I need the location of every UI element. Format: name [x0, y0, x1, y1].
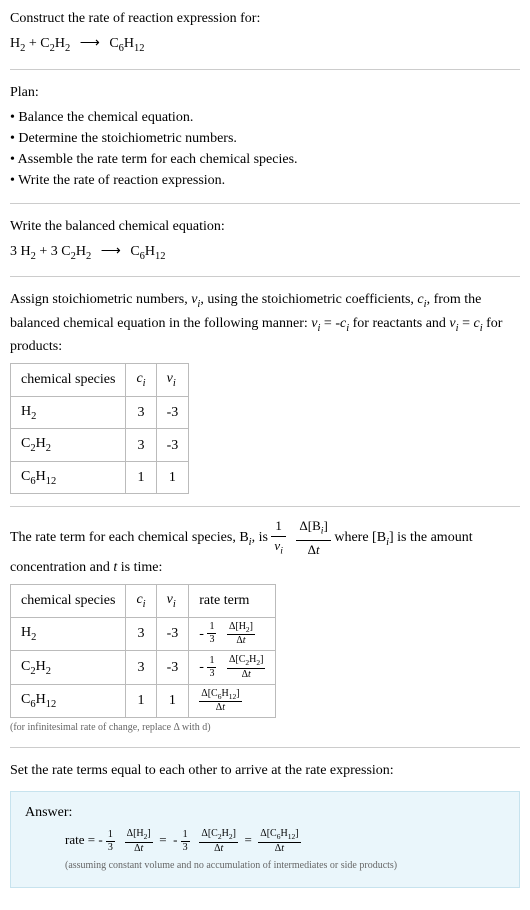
table-row: H2 3 -3 - 13 Δ[H2]Δt [11, 617, 276, 651]
divider [10, 69, 520, 70]
table-row: C2H2 3 -3 [11, 429, 189, 462]
table-row: H2 3 -3 [11, 396, 189, 429]
plan-item: Balance the chemical equation. [10, 107, 520, 128]
plan-item: Determine the stoichiometric numbers. [10, 128, 520, 149]
rate-table: chemical species ci νi rate term H2 3 -3… [10, 584, 276, 718]
cell-nu: -3 [156, 396, 189, 429]
cell-c: 3 [126, 396, 156, 429]
table-row: C2H2 3 -3 - 13 Δ[C2H2]Δt [11, 651, 276, 685]
cell-nu: 1 [156, 461, 189, 494]
table-header-row: chemical species ci νi rate term [11, 584, 276, 617]
frac-1-over-nu: 1 νi [271, 519, 286, 557]
plan-item: Write the rate of reaction expression. [10, 170, 520, 191]
cell-c: 3 [126, 617, 156, 651]
balanced-label: Write the balanced chemical equation: [10, 216, 520, 237]
plan-label: Plan: [10, 82, 520, 103]
unbalanced-equation: H2 + C2H2 ⟶ C6H12 [10, 33, 520, 57]
answer-equation: rate = - 13 Δ[H2]Δt = - 13 Δ[C2H2]Δt = Δ… [65, 829, 505, 854]
cell-rate: Δ[C6H12]Δt [189, 684, 276, 718]
table-row: C6H12 1 1 [11, 461, 189, 494]
table-row: C6H12 1 1 Δ[C6H12]Δt [11, 684, 276, 718]
col-header-species: chemical species [11, 584, 126, 617]
cell-nu: -3 [156, 617, 189, 651]
cell-nu: -3 [156, 651, 189, 685]
cell-species: C6H12 [11, 684, 126, 718]
stoich-table: chemical species ci νi H2 3 -3 C2H2 3 -3… [10, 363, 189, 494]
title-text: Construct the rate of reaction expressio… [10, 8, 520, 29]
balanced-section: Write the balanced chemical equation: 3 … [10, 216, 520, 265]
table-header-row: chemical species ci νi [11, 364, 189, 397]
plan-section: Plan: Balance the chemical equation. Det… [10, 82, 520, 191]
cell-nu: 1 [156, 684, 189, 718]
divider [10, 276, 520, 277]
rate-intro: The rate term for each chemical species,… [10, 519, 520, 578]
divider [10, 506, 520, 507]
cell-c: 1 [126, 684, 156, 718]
cell-species: H2 [11, 617, 126, 651]
cell-species: C6H12 [11, 461, 126, 494]
col-header-rate: rate term [189, 584, 276, 617]
cell-c: 3 [126, 651, 156, 685]
answer-assumption: (assuming constant volume and no accumul… [65, 858, 505, 873]
plan-item: Assemble the rate term for each chemical… [10, 149, 520, 170]
cell-c: 1 [126, 461, 156, 494]
cell-c: 3 [126, 429, 156, 462]
stoich-section: Assign stoichiometric numbers, νi, using… [10, 289, 520, 494]
plan-list: Balance the chemical equation. Determine… [10, 107, 520, 191]
col-header-species: chemical species [11, 364, 126, 397]
title-section: Construct the rate of reaction expressio… [10, 8, 520, 57]
cell-species: C2H2 [11, 651, 126, 685]
cell-species: C2H2 [11, 429, 126, 462]
answer-label: Answer: [25, 802, 505, 823]
balanced-equation: 3 H2 + 3 C2H2 ⟶ C6H12 [10, 241, 520, 265]
col-header-nui: νi [156, 584, 189, 617]
col-header-nui: νi [156, 364, 189, 397]
rate-term-section: The rate term for each chemical species,… [10, 519, 520, 735]
set-equal-section: Set the rate terms equal to each other t… [10, 760, 520, 781]
cell-rate: - 13 Δ[C2H2]Δt [189, 651, 276, 685]
frac-dB-dt: Δ[Bi] Δt [296, 519, 330, 557]
col-header-ci: ci [126, 364, 156, 397]
cell-rate: - 13 Δ[H2]Δt [189, 617, 276, 651]
divider [10, 747, 520, 748]
rate-table-note: (for infinitesimal rate of change, repla… [10, 720, 520, 735]
col-header-ci: ci [126, 584, 156, 617]
divider [10, 203, 520, 204]
set-equal-text: Set the rate terms equal to each other t… [10, 760, 520, 781]
cell-nu: -3 [156, 429, 189, 462]
answer-box: Answer: rate = - 13 Δ[H2]Δt = - 13 Δ[C2H… [10, 791, 520, 888]
cell-species: H2 [11, 396, 126, 429]
stoich-intro: Assign stoichiometric numbers, νi, using… [10, 289, 520, 357]
